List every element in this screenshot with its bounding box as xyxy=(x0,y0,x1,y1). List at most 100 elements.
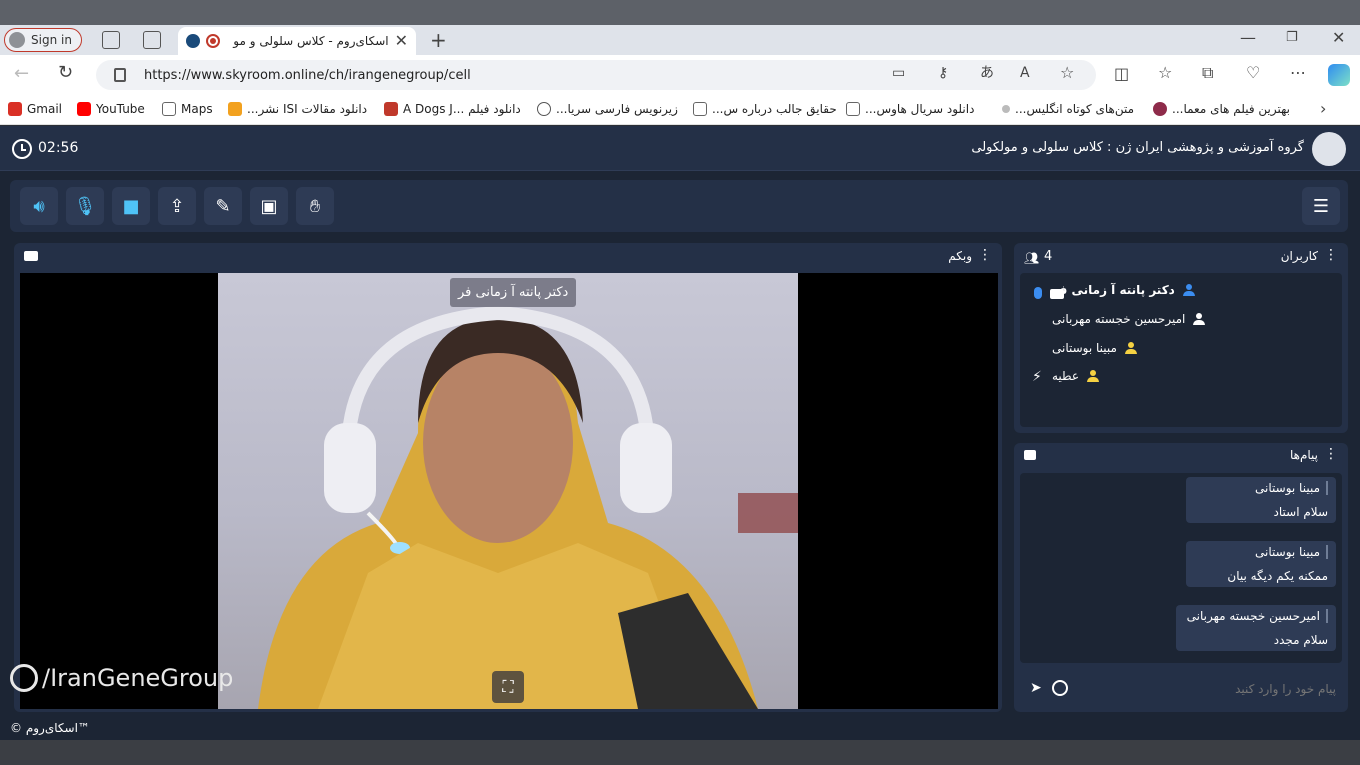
sign-in-button[interactable]: Sign in xyxy=(4,28,82,52)
user-row[interactable]: دکتر پانته آ زمانی فر xyxy=(1052,283,1332,297)
webcam-panel-title: وبکم xyxy=(948,249,972,263)
panel-menu-icon[interactable]: ⋮ xyxy=(978,247,992,263)
menu-button[interactable]: ☰ xyxy=(1302,187,1340,225)
upload-icon: ⇪ xyxy=(169,195,185,217)
collections-icon[interactable]: ⧉ xyxy=(1202,65,1213,81)
close-tab-icon[interactable]: ✕ xyxy=(395,33,408,49)
app-footer: © اسکای‌روم™ xyxy=(0,716,1360,740)
bookmark-dogs[interactable]: A Dogs J... دانلود فیلم xyxy=(384,102,521,116)
dot-icon xyxy=(1002,105,1010,113)
chevron-right-icon[interactable]: › xyxy=(1320,101,1326,117)
read-aloud-icon[interactable]: A xyxy=(1020,66,1030,80)
user-name: دکتر پانته آ زمانی فر xyxy=(1052,283,1175,297)
message-sender: امیرحسین خجسته مهربانی xyxy=(1184,609,1328,623)
panel-menu-icon[interactable]: ⋮ xyxy=(1324,247,1338,263)
bookmark-icon xyxy=(228,102,242,116)
hand-icon: ✋︎ xyxy=(309,195,321,217)
message-text: ممکنه یکم دیگه بیان xyxy=(1227,569,1328,583)
camera-button[interactable]: ■ xyxy=(112,187,150,225)
gmail-icon xyxy=(8,102,22,116)
new-tab-icon[interactable]: + xyxy=(430,30,447,50)
mic-active-icon xyxy=(1034,287,1042,299)
workspaces-icon[interactable] xyxy=(102,31,120,49)
clock-icon xyxy=(12,139,32,159)
share-screen-button[interactable]: ⇪ xyxy=(158,187,196,225)
user-name: امیرحسین خجسته مهربانی xyxy=(1052,312,1186,326)
bookmark-subtitle[interactable]: زیرنویس فارسی سریا... xyxy=(537,102,678,116)
video-camera-icon xyxy=(24,251,38,261)
user-icon xyxy=(1193,313,1206,325)
bookmark-mystery[interactable]: بهترین فیلم های معما... xyxy=(1153,102,1290,116)
speaker-icon: 🔊︎ xyxy=(33,195,45,217)
bookmark-house[interactable]: دانلود سریال هاوس... xyxy=(846,102,974,116)
files-button[interactable]: ▣ xyxy=(250,187,288,225)
minimize-icon[interactable]: — xyxy=(1240,30,1256,46)
speaker-button[interactable]: 🔊︎ xyxy=(20,187,58,225)
url-field[interactable]: https://www.skyroom.online/ch/irangenegr… xyxy=(96,60,1096,90)
bookmark-english[interactable]: متن‌های کوتاه انگلیس... xyxy=(1002,102,1134,116)
favorite-star-icon[interactable]: ☆ xyxy=(1060,65,1074,81)
user-row[interactable]: عطیه xyxy=(1052,369,1332,383)
user-icon xyxy=(1087,370,1100,382)
desktop-bottom-strip xyxy=(0,740,1360,765)
brush-icon: ✎ xyxy=(215,195,231,217)
tab-skyroom[interactable]: اسکای‌روم - کلاس سلولی و مو ✕ xyxy=(178,27,416,55)
copilot-icon[interactable] xyxy=(1328,64,1350,86)
raise-hand-button[interactable]: ✋︎ xyxy=(296,187,334,225)
sign-in-label: Sign in xyxy=(31,33,72,47)
user-row[interactable]: امیرحسین خجسته مهربانی xyxy=(1052,312,1332,326)
video-camera-icon: ■ xyxy=(122,195,140,217)
skyroom-favicon xyxy=(186,34,200,48)
footer-copyright: © اسکای‌روم™ xyxy=(10,721,90,735)
fullscreen-icon: ⛶ xyxy=(502,677,514,696)
restore-icon[interactable]: ❐ xyxy=(1286,31,1298,44)
panel-menu-icon[interactable]: ⋮ xyxy=(1324,446,1338,462)
message-input-row: ➤ xyxy=(1020,671,1342,707)
room-avatar[interactable] xyxy=(1312,132,1346,166)
messages-panel-title: پیام‌ها xyxy=(1289,448,1318,462)
split-screen-icon[interactable]: ◫ xyxy=(1114,66,1129,82)
page-icon xyxy=(846,102,860,116)
user-icon xyxy=(1124,342,1137,354)
message-sender: مبینا بوستانی xyxy=(1194,481,1328,495)
page-icon xyxy=(162,102,176,116)
fullscreen-button[interactable]: ⛶ xyxy=(492,671,524,703)
video-area: دکتر پانته آ زمانی فر ⛶ xyxy=(20,273,998,709)
user-icon xyxy=(1182,284,1195,296)
back-icon[interactable]: ← xyxy=(14,65,29,83)
presenter-video[interactable]: دکتر پانته آ زمانی فر ⛶ xyxy=(218,273,798,709)
url-text: https://www.skyroom.online/ch/irangenegr… xyxy=(144,67,471,83)
microphone-button[interactable]: 🎙︎ xyxy=(66,187,104,225)
presenter-name-label: دکتر پانته آ زمانی فر xyxy=(450,278,577,307)
emoji-icon[interactable] xyxy=(1052,680,1068,696)
favorites-icon[interactable]: ☆ xyxy=(1158,65,1172,81)
film-reel-icon xyxy=(10,664,38,692)
message-input[interactable] xyxy=(1076,675,1336,703)
message-text: سلام استاد xyxy=(1273,505,1328,519)
page-icon xyxy=(693,102,707,116)
browser-tab-bar: Sign in اسکای‌روم - کلاس سلولی و مو ✕ + … xyxy=(0,25,1360,55)
toolbar: 🔊︎ 🎙︎ ■ ⇪ ✎ ▣ ✋︎ ☰ xyxy=(10,180,1348,232)
translate-icon[interactable]: あ xyxy=(980,66,994,80)
bookmark-isi[interactable]: دانلود مقالات ISI نشر... xyxy=(228,102,367,116)
bookmark-facts[interactable]: حقایق جالب درباره س... xyxy=(693,102,837,116)
bookmark-gmail[interactable]: Gmail xyxy=(8,102,62,116)
watermark: /IranGeneGroup xyxy=(10,664,233,692)
key-icon[interactable]: ⚷ xyxy=(938,66,948,80)
send-icon[interactable]: ➤ xyxy=(1030,680,1042,696)
close-window-icon[interactable]: ✕ xyxy=(1332,30,1345,46)
bookmark-maps[interactable]: Maps xyxy=(162,102,213,116)
users-count: 4 xyxy=(1044,249,1053,264)
refresh-icon[interactable]: ↻ xyxy=(58,64,73,82)
bookmark-youtube[interactable]: YouTube xyxy=(77,102,145,116)
tab-actions-icon[interactable] xyxy=(143,31,161,49)
user-row[interactable]: مبینا بوستانی xyxy=(1052,341,1332,355)
message: امیرحسین خجسته مهربانی سلام مجدد xyxy=(1176,605,1336,651)
camera-icon[interactable]: ▭ xyxy=(892,66,905,80)
more-menu-icon[interactable]: ⋯ xyxy=(1290,65,1306,81)
browser-essentials-icon[interactable]: ♡ xyxy=(1246,65,1260,81)
tab-title: اسکای‌روم - کلاس سلولی و مو xyxy=(233,34,389,48)
whiteboard-button[interactable]: ✎ xyxy=(204,187,242,225)
film-icon xyxy=(1153,102,1167,116)
users-list: دکتر پانته آ زمانی فر امیرحسین خجسته مهر… xyxy=(1020,273,1342,427)
